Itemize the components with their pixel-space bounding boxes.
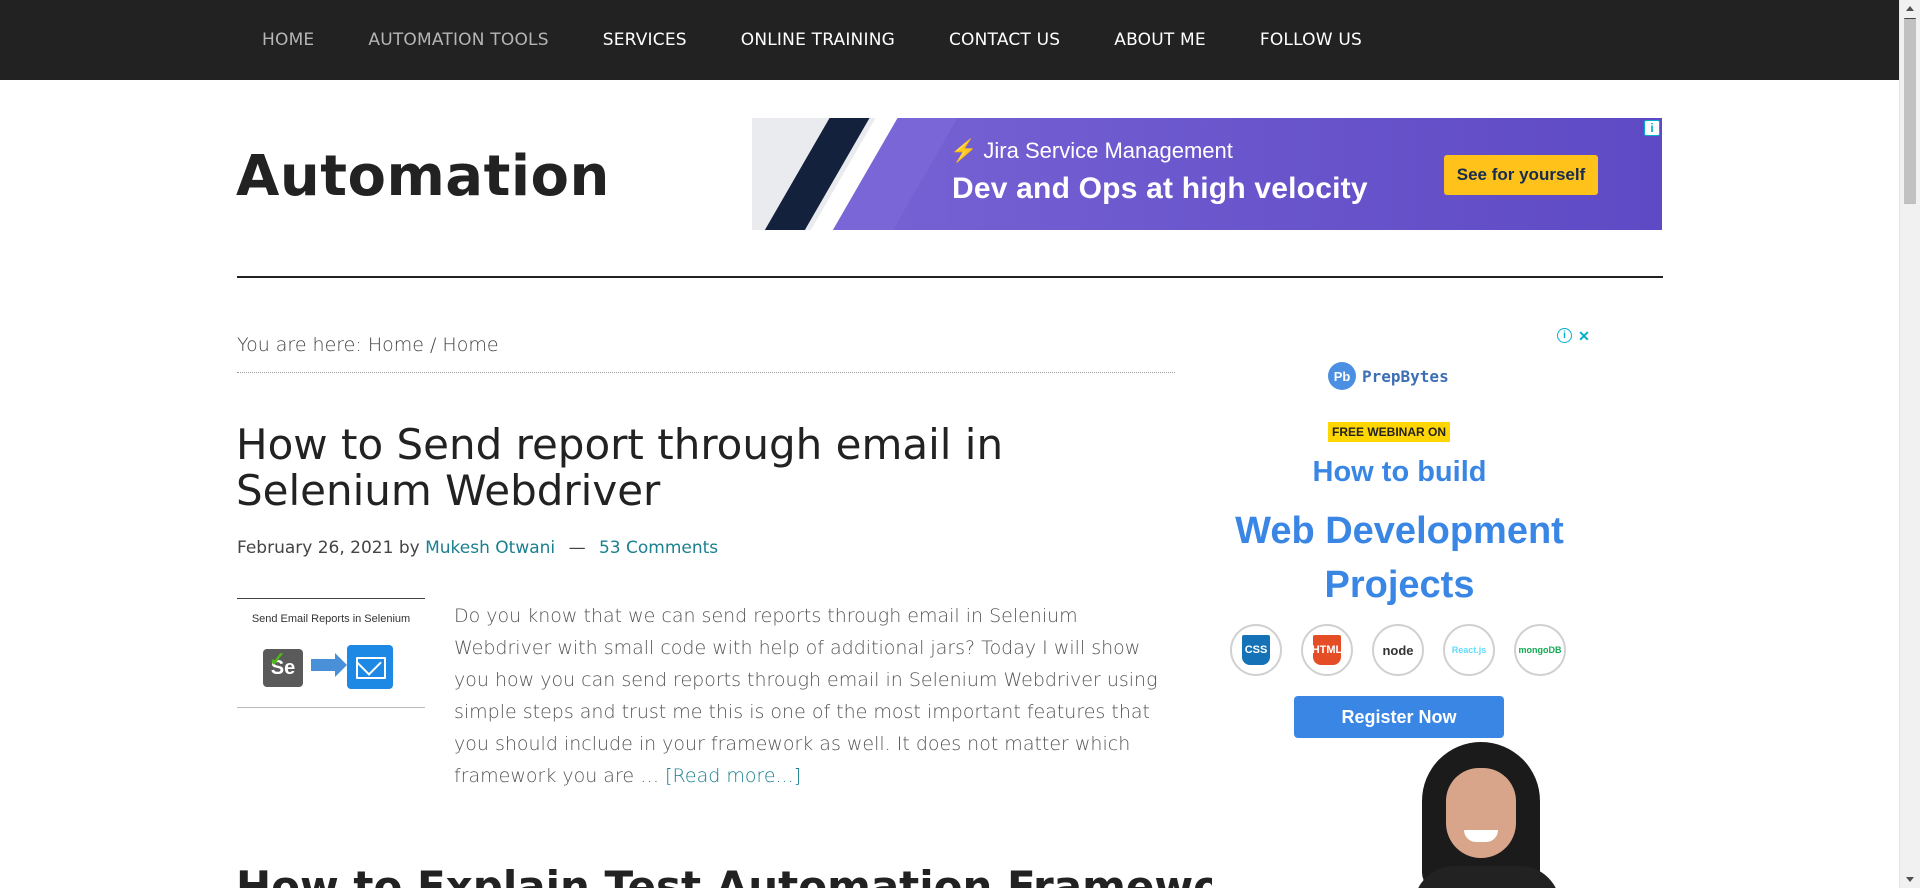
selenium-logo-icon: Se ✓: [263, 649, 303, 687]
lightning-bolt-icon: ⚡: [950, 138, 978, 163]
breadcrumb-separator: /: [423, 334, 443, 356]
post-comments-link[interactable]: 53 Comments: [599, 538, 718, 558]
banner-ad[interactable]: ⚡ Jira Service Management Dev and Ops at …: [752, 118, 1662, 230]
nodejs-icon: node: [1372, 624, 1424, 676]
mongodb-icon: mongoDB: [1514, 624, 1566, 676]
meta-separator: —: [568, 538, 586, 558]
ad-tag: FREE WEBINAR ON: [1328, 422, 1450, 442]
nav-item-home[interactable]: HOME: [262, 30, 314, 50]
breadcrumb-divider: [237, 372, 1175, 373]
post-title[interactable]: How to Send report through email in Sele…: [236, 422, 1136, 514]
post-meta: February 26, 2021 by Mukesh Otwani — 53 …: [237, 538, 718, 558]
ad-close-icon[interactable]: ✕: [1576, 328, 1592, 344]
presenter-photo: [1414, 742, 1560, 888]
tech-logos: CSS HTML node React.js mongoDB: [1230, 624, 1566, 676]
arrow-right-icon-head: [335, 653, 347, 677]
ad-brand-name: PrepBytes: [1362, 366, 1449, 386]
ad-info-icon[interactable]: i: [1557, 328, 1572, 343]
post-date: February 26, 2021: [237, 538, 394, 558]
breadcrumb-prefix: You are here:: [237, 334, 368, 356]
ad-heading-2: Web Development Projects: [1235, 510, 1564, 606]
post-thumbnail[interactable]: Send Email Reports in Selenium Se ✓: [237, 598, 425, 708]
thumbnail-caption: Send Email Reports in Selenium: [251, 613, 411, 625]
arrow-right-icon: [311, 659, 337, 671]
post-excerpt: Do you know that we can send reports thr…: [454, 600, 1174, 792]
register-now-button[interactable]: Register Now: [1294, 696, 1504, 738]
react-label: React.js: [1451, 645, 1487, 655]
nav-item-contact-us[interactable]: CONTACT US: [949, 30, 1060, 50]
ad-brand: Pb PrepBytes: [1328, 362, 1449, 390]
scroll-down-arrow-icon[interactable]: [1906, 877, 1914, 882]
top-navigation: HOME AUTOMATION TOOLS SERVICES ONLINE TR…: [0, 0, 1899, 80]
css3-icon: CSS: [1230, 624, 1282, 676]
ad-product: ⚡ Jira Service Management: [950, 138, 1233, 164]
post-by: by: [398, 538, 420, 558]
breadcrumb: You are here: Home / Home: [237, 334, 499, 356]
html5-icon: HTML: [1301, 624, 1353, 676]
nodejs-label: node: [1382, 642, 1414, 658]
post-excerpt-text: Do you know that we can send reports thr…: [454, 605, 1158, 787]
email-icon: [347, 645, 393, 689]
page-scrollbar[interactable]: [1899, 0, 1920, 888]
ad-headline: Dev and Ops at high velocity: [952, 172, 1368, 205]
next-post-title[interactable]: How to Explain Test Automation Framework: [236, 864, 1271, 888]
header-divider: [237, 276, 1663, 278]
nav-item-about-me[interactable]: ABOUT ME: [1114, 30, 1206, 50]
prepbytes-logo-icon: Pb: [1328, 362, 1356, 390]
breadcrumb-current: Home: [442, 334, 499, 356]
scroll-up-arrow-icon[interactable]: [1906, 6, 1914, 11]
nav-item-automation-tools[interactable]: AUTOMATION TOOLS: [368, 30, 548, 50]
css3-badge: CSS: [1242, 635, 1270, 665]
nav-item-services[interactable]: SERVICES: [603, 30, 687, 50]
read-more-link[interactable]: [Read more...]: [665, 765, 801, 787]
ad-controls: i ✕: [1557, 328, 1592, 344]
ad-product-name: Jira Service Management: [983, 138, 1233, 163]
post-author-link[interactable]: Mukesh Otwani: [425, 538, 555, 558]
site-title[interactable]: Automation: [236, 144, 610, 209]
mongodb-label: mongoDB: [1518, 645, 1562, 655]
nav-menu: HOME AUTOMATION TOOLS SERVICES ONLINE TR…: [262, 0, 1416, 80]
html5-badge: HTML: [1312, 635, 1342, 665]
sidebar-ad[interactable]: i ✕ Pb PrepBytes FREE WEBINAR ON How to …: [1212, 324, 1592, 888]
nav-item-follow-us[interactable]: FOLLOW US: [1260, 30, 1362, 50]
ad-cta-button[interactable]: See for yourself: [1444, 155, 1598, 195]
ad-info-icon[interactable]: i: [1644, 120, 1660, 136]
react-icon: React.js: [1443, 624, 1495, 676]
breadcrumb-home-link[interactable]: Home: [368, 334, 424, 356]
nav-item-online-training[interactable]: ONLINE TRAINING: [741, 30, 895, 50]
scrollbar-thumb[interactable]: [1904, 18, 1916, 204]
ad-heading-1: How to build: [1312, 456, 1487, 488]
